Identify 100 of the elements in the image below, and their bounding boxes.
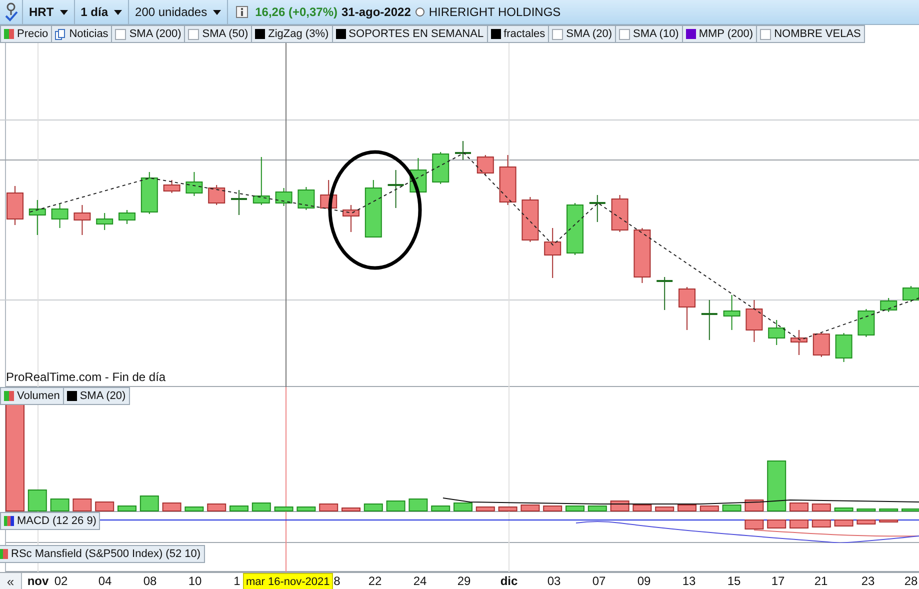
legend-toggle[interactable]: Noticias [51, 25, 112, 43]
candle [208, 184, 226, 206]
volume-bar [678, 504, 696, 512]
axis-label: 17 [771, 574, 785, 588]
volume-bar [543, 506, 562, 512]
volume-bar [700, 506, 719, 512]
candle [6, 186, 24, 226]
candle [544, 228, 562, 278]
histogram-bar [879, 520, 898, 522]
axis-label: dic [500, 574, 518, 588]
legend-toggle[interactable]: SMA (200) [111, 25, 186, 43]
legend-toggle[interactable]: Volumen [0, 387, 64, 405]
volume-bar [140, 496, 159, 512]
volume-bar [498, 506, 518, 512]
candle [611, 194, 628, 232]
volume-bar [296, 506, 316, 512]
info-icon[interactable] [236, 6, 248, 18]
candle [140, 172, 158, 214]
source-label: ProRealTime.com - Fin de día [6, 370, 166, 384]
volume-bar [431, 506, 450, 512]
legend-toggle[interactable]: SMA (20) [548, 25, 616, 43]
histogram-bar [834, 520, 854, 526]
volume-bar [319, 504, 338, 512]
checkbox-icon [552, 28, 564, 40]
volume-bar [902, 508, 919, 512]
legend-toggle[interactable]: MACD (12 26 9) [0, 512, 100, 530]
candle [768, 320, 786, 346]
volume-bar [632, 504, 652, 512]
legend-toggle[interactable]: SMA (20) [62, 387, 130, 405]
scroll-left-button[interactable]: « [0, 573, 22, 589]
volume-bar [364, 504, 383, 512]
caret-icon [114, 10, 122, 14]
legend-toggle[interactable]: SMA (10) [615, 25, 683, 43]
volume-bar [722, 504, 742, 512]
histogram-bar [856, 520, 876, 524]
candle [522, 196, 539, 242]
two-color-swatch-icon [0, 549, 8, 559]
candle [746, 300, 763, 342]
price-change: 16,26 (+0,37%) [255, 5, 338, 19]
candle [656, 276, 673, 310]
axis-label: 28 [904, 574, 918, 588]
volume-bar [274, 506, 294, 512]
axis-label: 04 [98, 574, 112, 588]
volume-bar [386, 500, 406, 512]
volume-bar [588, 506, 607, 512]
volume-bar [72, 498, 92, 512]
axis-label: 02 [54, 574, 68, 588]
axis-label: 21 [814, 574, 828, 588]
legend-toggle[interactable]: NOMBRE VELAS [756, 25, 865, 43]
volume-bar [342, 508, 360, 512]
volume-bar [655, 506, 674, 512]
three-color-swatch-icon [4, 516, 14, 526]
legend-toggle[interactable]: MMP (200) [682, 25, 758, 43]
volume-bar [812, 504, 831, 512]
candle [476, 154, 494, 176]
candle [275, 188, 292, 206]
legend-toggle[interactable]: SMA (50) [184, 25, 252, 43]
legend-toggle[interactable]: SOPORTES EN SEMANAL [332, 25, 488, 43]
legend-toggle[interactable]: fractales [486, 25, 550, 43]
axis-label: 10 [188, 574, 202, 588]
axis-label: 03 [547, 574, 561, 588]
candle [28, 200, 46, 236]
axis-label: 15 [727, 574, 741, 588]
candle [163, 180, 180, 194]
candle [51, 204, 68, 228]
axis-label: 8 [334, 574, 340, 588]
axis-label: 07 [592, 574, 606, 588]
candle [432, 152, 450, 184]
candle [410, 158, 427, 196]
candle [320, 180, 338, 210]
legend-toggle[interactable]: ZigZag (3%) [251, 25, 333, 43]
candle [96, 212, 114, 230]
volume-bar [879, 508, 898, 512]
volume-bar [610, 500, 630, 512]
axis-label: nov [27, 574, 49, 588]
volume-bar [184, 506, 204, 512]
volume-bar [767, 460, 786, 512]
candle [566, 202, 584, 256]
candle [812, 332, 830, 358]
legend-toggle[interactable]: Precio [0, 25, 52, 43]
volume-bar [790, 502, 808, 512]
two-color-swatch-icon [4, 391, 14, 401]
axis-label: 22 [368, 574, 382, 588]
checkbox-icon [619, 28, 630, 40]
pin-check-icon[interactable] [3, 2, 19, 22]
checkbox-icon [760, 28, 772, 40]
volume-bar [834, 508, 854, 512]
volume-bar [118, 506, 136, 512]
candle [298, 186, 315, 210]
quote-date: 31-ago-2022 [342, 5, 411, 19]
candle [634, 228, 651, 284]
volume-bar [566, 506, 584, 512]
candle [880, 298, 898, 312]
legend-toggle[interactable]: RSc Mansfield (S&P500 Index) (52 10) [0, 545, 205, 563]
candle [835, 332, 852, 362]
candle [499, 154, 516, 206]
radio-icon [414, 7, 425, 17]
volume-bar [95, 502, 114, 512]
candle [252, 156, 270, 206]
volume-bar [207, 504, 226, 512]
